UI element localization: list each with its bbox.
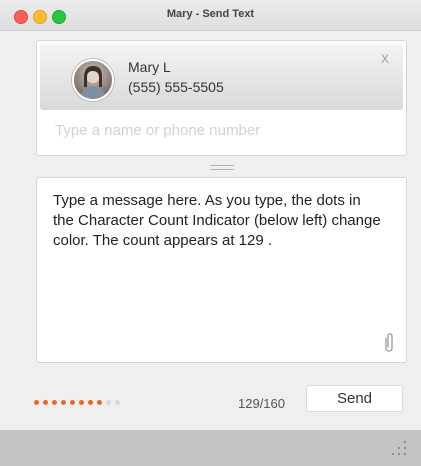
count-dot-filled: [97, 400, 102, 405]
send-button[interactable]: Send: [306, 385, 403, 412]
contact-photo-icon: [80, 66, 106, 99]
recipient-panel: Mary L (555) 555-5505 X: [36, 40, 407, 156]
contact-phone: (555) 555-5505: [128, 79, 224, 95]
send-text-window: Mary - Send Text Mary L (555) 555-5505 X: [0, 0, 421, 466]
avatar: [72, 59, 114, 101]
recipient-search-input[interactable]: [53, 117, 387, 143]
count-dot-filled: [52, 400, 57, 405]
count-dot-filled: [70, 400, 75, 405]
title-bar: Mary - Send Text: [0, 0, 421, 31]
count-dot-filled: [43, 400, 48, 405]
remove-recipient-button[interactable]: X: [381, 52, 389, 66]
message-textarea[interactable]: [53, 191, 383, 341]
count-dot-filled: [61, 400, 66, 405]
count-dot-empty: [115, 400, 120, 405]
message-box: [36, 177, 407, 363]
count-dot-filled: [79, 400, 84, 405]
window-title: Mary - Send Text: [166, 8, 255, 20]
paperclip-icon[interactable]: [382, 332, 396, 354]
splitter-line: [210, 165, 234, 166]
resize-grip-icon[interactable]: [389, 438, 409, 458]
contact-name: Mary L: [128, 59, 171, 75]
resize-splitter[interactable]: [210, 165, 234, 171]
count-dot-empty: [106, 400, 111, 405]
splitter-line: [210, 169, 234, 170]
recipient-chip[interactable]: Mary L (555) 555-5505 X: [40, 44, 403, 110]
character-count: 129/160: [238, 396, 285, 411]
status-bar: [0, 430, 421, 466]
character-count-indicator: [34, 400, 124, 408]
count-dot-filled: [34, 400, 39, 405]
count-dot-filled: [88, 400, 93, 405]
